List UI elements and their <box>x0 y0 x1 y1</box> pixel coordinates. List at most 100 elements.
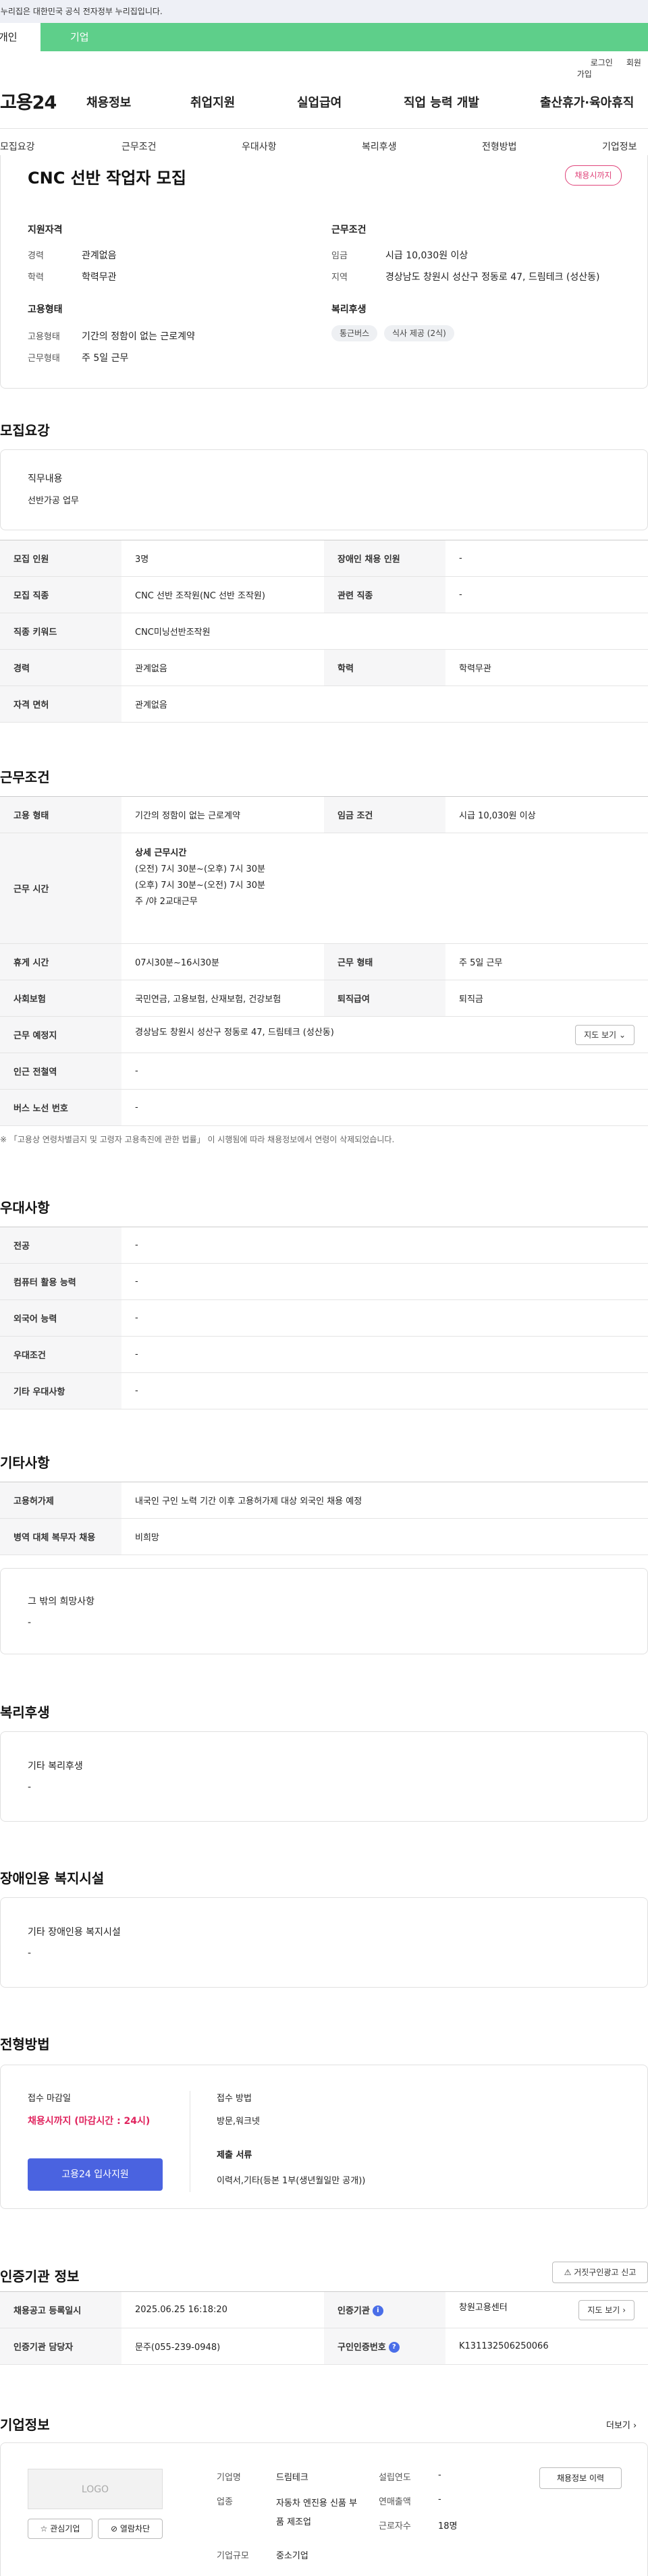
company-size-value: 중소기업 <box>276 2551 308 2561</box>
table-key: 병역 대체 복무자 채용 <box>0 1518 122 1555</box>
subnav-company[interactable]: 기업정보 <box>602 140 637 153</box>
worktype-value: 주 5일 근무 <box>82 353 129 364</box>
wage-value: 시급 10,030원 이상 <box>385 250 468 261</box>
table-value: CNC 선반 조작원(NC 선반 조작원) <box>122 576 324 613</box>
gnav-item-employment-support[interactable]: 취업지원 <box>190 93 235 111</box>
employee-count-value: 18명 <box>438 2521 458 2531</box>
report-fake-ad-label: 거짓구인광고 신고 <box>574 2268 637 2277</box>
subnav-recruit[interactable]: 모집요강 <box>0 140 35 153</box>
preference-table: 전공 - 컴퓨터 활용 능력 - 외국어 능력 - 우대조건 - 기타 우대사항 - <box>0 1227 648 1409</box>
table-key: 인증기관 i <box>324 2291 446 2328</box>
login-link[interactable]: 로그인 <box>591 58 613 67</box>
table-value: CNC미닝선반조작원 <box>122 613 648 650</box>
apply-button[interactable]: 고용24 입사지원 <box>28 2158 163 2191</box>
table-key: 우대조건 <box>0 1336 122 1373</box>
table-value: 창원고용센터 지도 보기 › <box>446 2291 648 2328</box>
sales-label: 연매출액 <box>379 2497 411 2507</box>
gnav-item-unemployment-benefit[interactable]: 실업급여 <box>297 93 342 111</box>
welfare-box-value: - <box>28 1782 32 1793</box>
company-size-label: 기업규모 <box>217 2551 249 2561</box>
table-key: 모집 직종 <box>0 576 122 613</box>
industry-label: 업종 <box>217 2497 233 2507</box>
table-key: 고용 형태 <box>0 796 122 833</box>
subnav-preference[interactable]: 우대사항 <box>242 140 277 153</box>
est-year-label: 설립연도 <box>379 2473 411 2483</box>
table-value: 상세 근무시간 (오전) 7시 30분~(오후) 7시 30분 (오후) 7시 … <box>122 833 648 944</box>
region-label: 지역 <box>331 273 348 283</box>
section-title-welfare: 복리후생 <box>0 1704 50 1720</box>
table-key: 인증기관 담당자 <box>0 2328 122 2365</box>
table-value: - <box>122 1372 648 1409</box>
edu-label: 학력 <box>28 273 44 283</box>
block-icon: ⊘ <box>110 2524 118 2533</box>
welfare-box: 기타 복리후생 - <box>0 1731 648 1822</box>
table-row: 자격 면허 관계없음 <box>0 685 648 723</box>
table-key: 모집 인원 <box>0 540 122 577</box>
section-title-disability: 장애인용 복지시설 <box>0 1870 105 1886</box>
table-row: 인증기관 담당자 문주(055-239-0948) 구인인증번호? K13113250… <box>0 2328 648 2365</box>
gnav-item-vocational-training[interactable]: 직업 능력 개발 <box>404 93 479 111</box>
table-key: 인근 전철역 <box>0 1053 122 1090</box>
status-badge: 채용시까지 <box>565 165 622 186</box>
agency-org-label: 인증기관 <box>338 2305 370 2316</box>
section-title-etc: 기타사항 <box>0 1455 50 1471</box>
gnav-item-jobs[interactable]: 채용정보 <box>86 93 131 111</box>
tab-personal[interactable]: 개인 <box>0 23 40 51</box>
gnav-item-parental-leave[interactable]: 출산휴가·육아휴직 <box>540 93 634 111</box>
table-key: 외국어 능력 <box>0 1299 122 1337</box>
block-label: 열람차단 <box>119 2524 151 2533</box>
table-value: 비희망 <box>122 1518 648 1555</box>
chevron-right-icon: › <box>622 2305 626 2315</box>
table-key: 버스 노선 번호 <box>0 1089 122 1126</box>
table-value: 시급 10,030원 이상 <box>446 796 648 833</box>
method-label: 접수 방법 <box>217 2094 252 2104</box>
table-row: 사회보험 국민연금, 고용보험, 산재보험, 건강보험 퇴직급여 퇴직금 <box>0 980 648 1017</box>
chevron-right-icon: › <box>633 2421 637 2431</box>
block-view-button[interactable]: ⊘ 열람차단 <box>98 2519 163 2539</box>
site-logo[interactable]: 고용24 <box>0 88 57 114</box>
info-icon[interactable]: ? <box>388 2342 400 2353</box>
section-title-agency: 인증기관 정보 <box>0 2268 80 2285</box>
tab-company-label: 기업 <box>70 31 89 43</box>
table-row: 직종 키워드 CNC미닝선반조작원 <box>0 613 648 650</box>
section-title-preference: 우대사항 <box>0 1200 50 1216</box>
table-value: - <box>122 1263 648 1300</box>
region-value: 경상남도 창원시 성산구 정동로 47, 드림테크 (성산동) <box>385 272 600 283</box>
table-row: 전공 - <box>0 1227 648 1264</box>
table-key: 직종 키워드 <box>0 613 122 650</box>
tab-company[interactable]: 기업 <box>40 23 648 51</box>
job-title: CNC 선반 작업자 모집 <box>28 169 186 188</box>
hours-line: (오후) 7시 30분~(오전) 7시 30분 <box>135 880 266 891</box>
career-value: 관계없음 <box>82 250 117 261</box>
map-button[interactable]: 지도 보기 ⌄ <box>575 1024 634 1045</box>
table-row: 모집 직종 CNC 선반 조작원(NC 선반 조작원) 관련 직종 - <box>0 576 648 613</box>
job-history-button[interactable]: 채용정보 이력 <box>539 2467 622 2489</box>
subnav-screening[interactable]: 전형방법 <box>482 140 517 153</box>
report-fake-ad-button[interactable]: ⚠ 거짓구인광고 신고 <box>552 2262 648 2283</box>
table-value: 내국인 구인 노력 기간 이후 고용허가제 대상 외국인 채용 예정 <box>122 1482 648 1519</box>
agency-map-button[interactable]: 지도 보기 › <box>578 2299 634 2320</box>
info-icon[interactable]: i <box>372 2305 383 2317</box>
table-key: 임금 조건 <box>324 796 446 833</box>
agency-num-label: 구인인증번호 <box>338 2342 386 2353</box>
table-key: 컴퓨터 활용 능력 <box>0 1263 122 1300</box>
hours-line: 주 /야 2교대근무 <box>135 897 198 907</box>
table-row: 고용허가제 내국인 구인 노력 기간 이후 고용허가제 대상 외국인 채용 예정 <box>0 1482 648 1519</box>
header-divider <box>0 128 648 129</box>
table-key: 관련 직종 <box>324 576 446 613</box>
subnav-conditions[interactable]: 근무조건 <box>122 140 157 153</box>
company-more-link[interactable]: 더보기 › <box>606 2418 637 2431</box>
subnav-welfare[interactable]: 복리후생 <box>362 140 397 153</box>
table-value: - <box>446 540 648 577</box>
table-row: 외국어 능력 - <box>0 1299 648 1337</box>
cond-title: 근무조건 <box>331 225 367 235</box>
favorite-company-button[interactable]: ☆ 관심기업 <box>28 2519 92 2539</box>
chevron-down-icon: ⌄ <box>618 1030 626 1040</box>
recruit-table: 모집 인원 3명 장애인 채용 인원 - 모집 직종 CNC 선반 조작원(NC 선반 … <box>0 540 648 723</box>
table-key: 구인인증번호? <box>324 2328 446 2365</box>
est-year-value: - <box>438 2470 441 2480</box>
table-key: 경력 <box>0 649 122 686</box>
table-key: 사회보험 <box>0 980 122 1017</box>
table-value: 문주(055-239-0948) <box>122 2328 324 2365</box>
company-name-value: 드림테크 <box>276 2473 308 2483</box>
